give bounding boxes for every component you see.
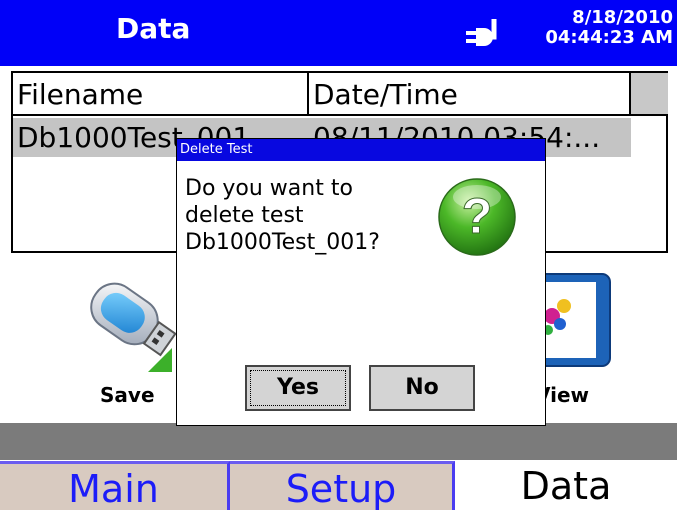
dialog-title: Delete Test: [177, 139, 545, 161]
tab-setup[interactable]: Setup: [230, 461, 455, 511]
column-header-filename[interactable]: Filename: [13, 73, 309, 116]
dialog-message: Do you want to delete test Db1000Test_00…: [185, 176, 380, 255]
time-text: 04:44:23 AM: [545, 27, 673, 48]
svg-text:?: ?: [462, 188, 493, 244]
datetime-display: 8/18/2010 04:44:23 AM: [545, 8, 673, 48]
delete-test-dialog: Delete Test Do you want to delete test D…: [176, 138, 546, 426]
save-usb-button[interactable]: [68, 268, 178, 378]
tab-main[interactable]: Main: [0, 461, 230, 511]
title-bar: Data 8/18/2010 04:44:23 AM: [0, 0, 677, 66]
no-button[interactable]: No: [369, 365, 475, 411]
date-text: 8/18/2010: [572, 7, 673, 28]
status-bar: [0, 423, 677, 460]
page-title: Data: [116, 12, 191, 45]
save-label: Save: [100, 383, 155, 407]
tab-data[interactable]: Data: [455, 461, 677, 510]
column-header-datetime[interactable]: Date/Time: [309, 73, 631, 116]
power-plug-icon: [466, 19, 497, 46]
question-icon: ?: [438, 178, 516, 256]
yes-button[interactable]: Yes: [245, 365, 351, 411]
column-header-spacer: [631, 73, 668, 116]
usb-drive-icon: [90, 282, 177, 372]
